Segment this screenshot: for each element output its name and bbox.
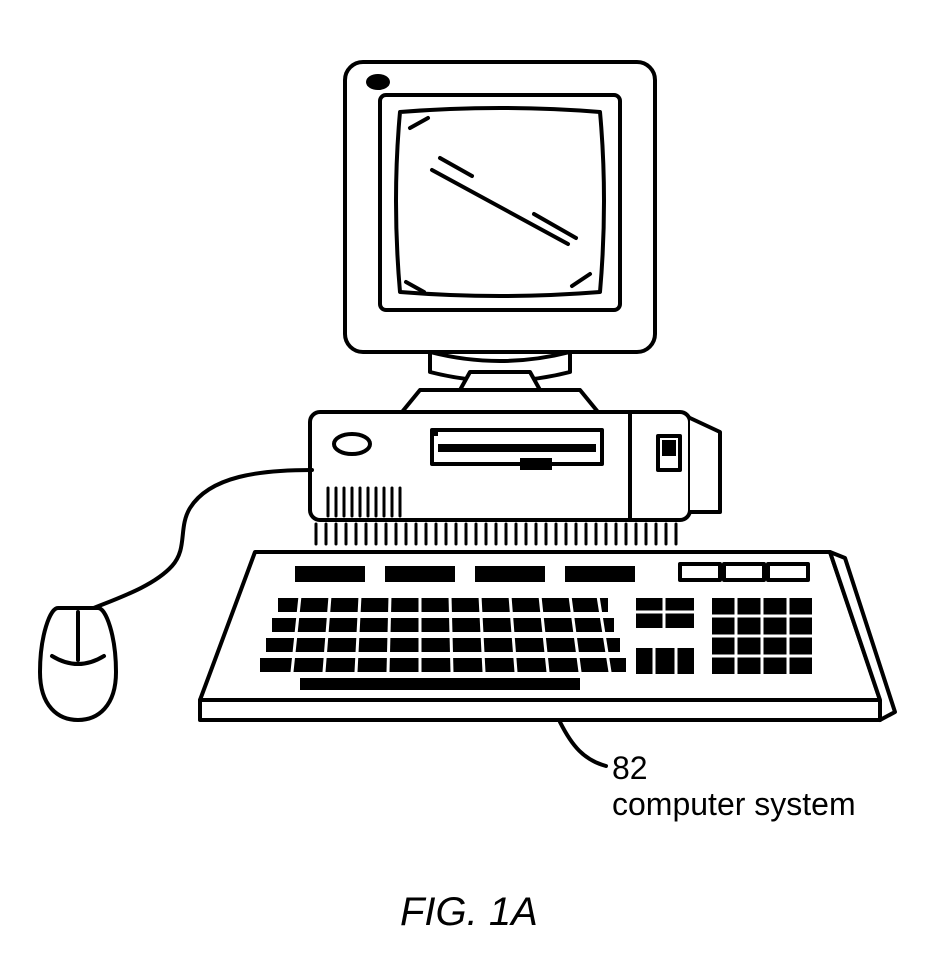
reference-label: computer system [612, 784, 856, 824]
callout-leader-icon [560, 722, 606, 766]
floppy-drive-icon [432, 430, 602, 470]
keyboard-icon [200, 552, 895, 720]
desktop-tower-icon [310, 412, 720, 520]
patent-figure [0, 0, 938, 975]
mouse-icon [40, 608, 116, 720]
crt-monitor-icon [345, 62, 655, 352]
monitor-stand-icon [402, 352, 598, 412]
reference-number: 82 [612, 748, 648, 788]
ventilation-strip-icon [316, 524, 676, 544]
figure-caption: FIG. 1A [400, 890, 538, 935]
